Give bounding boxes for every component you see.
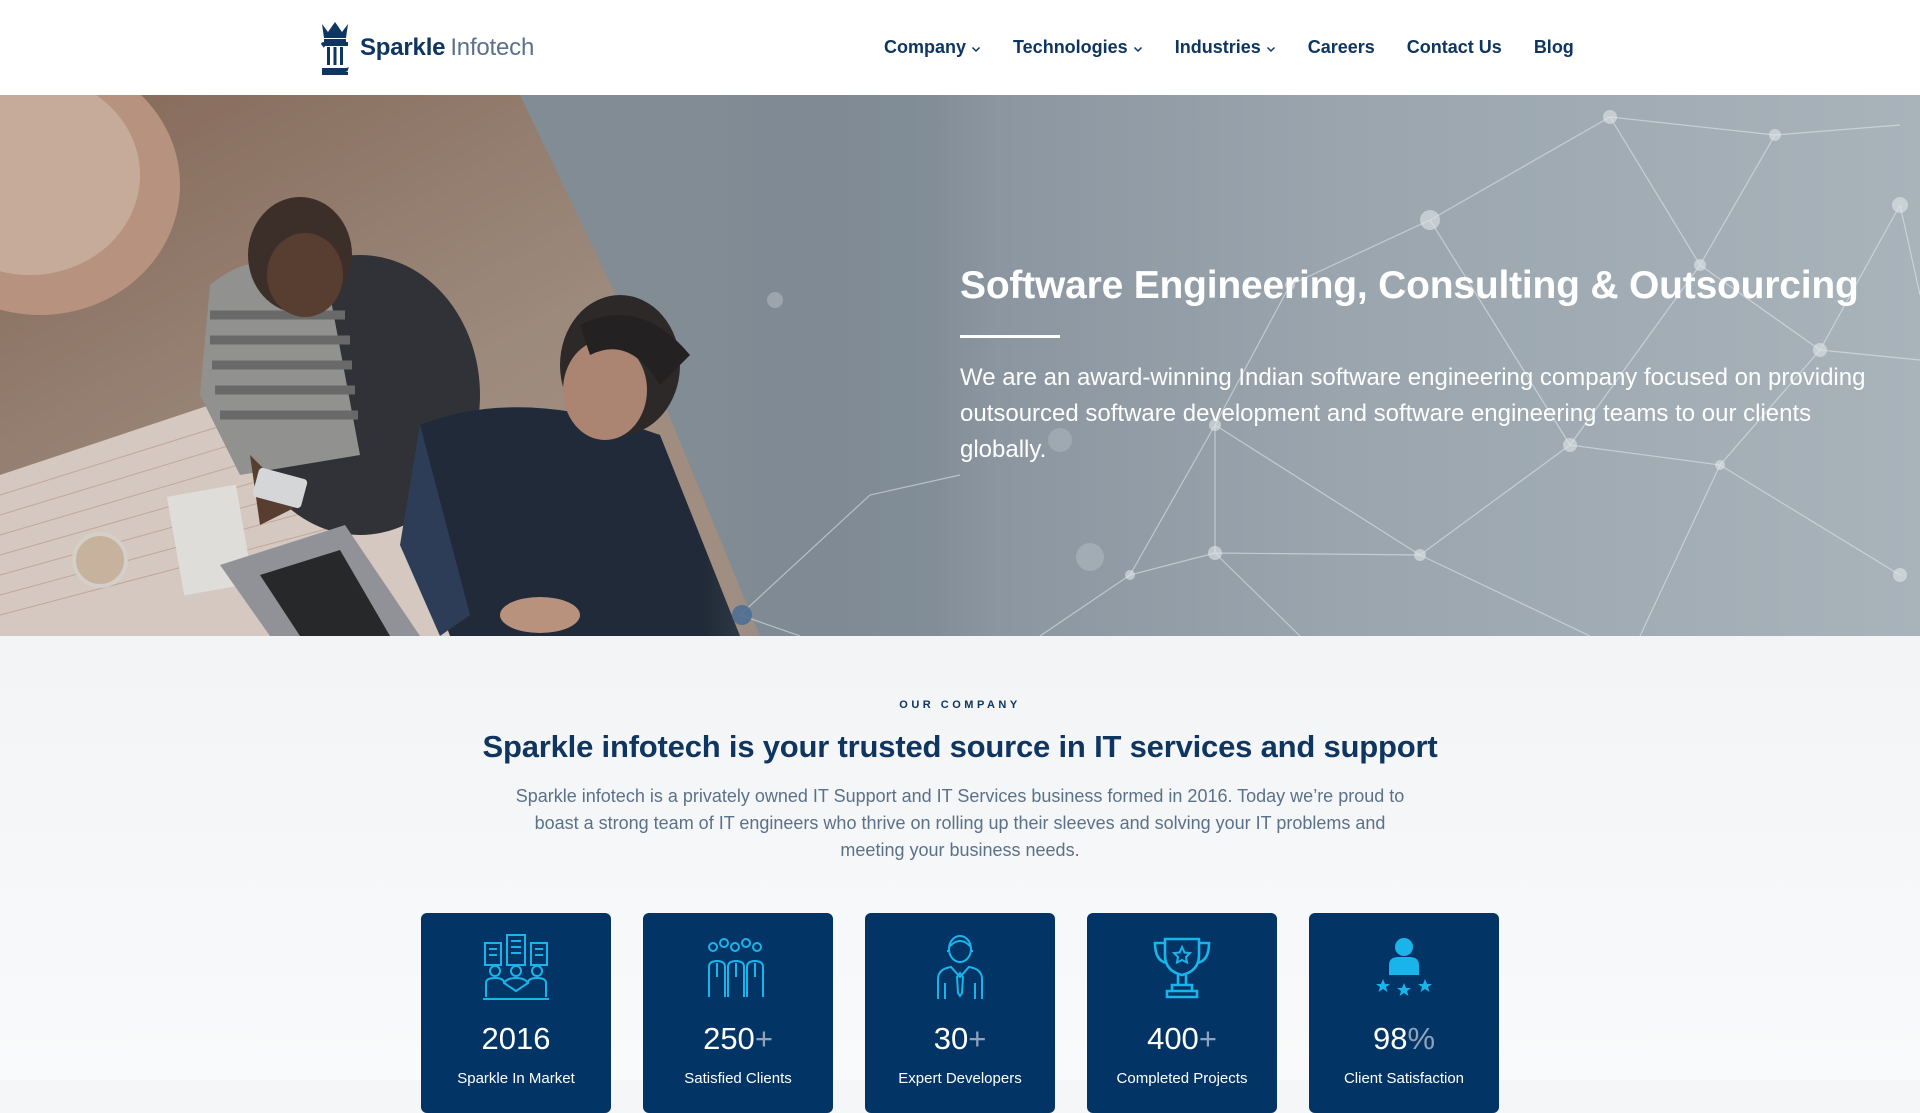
chevron-down-icon bbox=[1133, 46, 1142, 52]
hero-description: We are an award-winning Indian software … bbox=[960, 364, 1866, 463]
stat-value: 250+ bbox=[643, 1021, 833, 1057]
section-description: Sparkle infotech is a privately owned IT… bbox=[515, 786, 1405, 860]
stat-number: 30 bbox=[933, 1021, 969, 1056]
developer-icon bbox=[937, 935, 983, 999]
stat-label: Satisfied Clients bbox=[684, 1070, 792, 1087]
stat-label: Completed Projects bbox=[1116, 1070, 1248, 1087]
stat-label: Client Satisfaction bbox=[1343, 1070, 1465, 1087]
trophy-icon bbox=[1153, 937, 1211, 999]
stat-card-clients: 250+ Satisfied Clients bbox=[643, 913, 833, 1113]
nav-company-label: Company bbox=[884, 37, 967, 57]
main-nav: Company Technologies Industries Careers … bbox=[884, 0, 1574, 95]
stat-number: 250 bbox=[703, 1021, 755, 1056]
section-title: Sparkle infotech is your trusted source … bbox=[482, 729, 1438, 764]
nav-contact-us[interactable]: Contact Us bbox=[1407, 37, 1502, 58]
hero-divider bbox=[960, 335, 1060, 338]
stat-card-satisfaction: 98% Client Satisfaction bbox=[1309, 913, 1499, 1113]
nav-industries-label: Industries bbox=[1174, 37, 1261, 57]
nav-blog-label: Blog bbox=[1533, 37, 1574, 57]
stats-cards: 2016 Sparkle In Market 250+ Satisfied Cl… bbox=[421, 913, 1499, 1113]
hero-title: Software Engineering, Consulting & Outso… bbox=[960, 264, 1859, 307]
nav-technologies[interactable]: Technologies bbox=[1013, 37, 1143, 58]
stat-label: Expert Developers bbox=[898, 1070, 1022, 1087]
stat-suffix: + bbox=[968, 1021, 987, 1056]
stat-value: 30+ bbox=[865, 1021, 1055, 1057]
company-section: OUR COMPANY Sparkle infotech is your tru… bbox=[0, 636, 1920, 1113]
stat-suffix: + bbox=[1198, 1021, 1217, 1056]
stat-value: 2016 bbox=[421, 1021, 611, 1057]
logo-word-sparkle: Sparkle bbox=[360, 34, 446, 61]
crown-pillar-logo-icon bbox=[321, 22, 349, 75]
nav-industries[interactable]: Industries bbox=[1175, 37, 1276, 58]
site-header: Sparkle Infotech Company Technologies Ind… bbox=[0, 0, 1920, 95]
stat-card-projects: 400+ Completed Projects bbox=[1087, 913, 1277, 1113]
stat-card-market: 2016 Sparkle In Market bbox=[421, 913, 611, 1113]
nav-blog[interactable]: Blog bbox=[1534, 37, 1574, 58]
stat-number: 98 bbox=[1372, 1021, 1408, 1056]
hero-banner: Software Engineering, Consulting & Outso… bbox=[0, 95, 1920, 636]
nav-careers-label: Careers bbox=[1307, 37, 1375, 57]
logo-text: Sparkle Infotech bbox=[360, 34, 534, 62]
user-rating-icon bbox=[1376, 938, 1432, 996]
section-eyebrow: OUR COMPANY bbox=[899, 699, 1021, 711]
stat-suffix: + bbox=[754, 1021, 773, 1056]
stat-number: 2016 bbox=[481, 1021, 551, 1056]
site-logo[interactable]: Sparkle Infotech bbox=[318, 20, 534, 76]
nav-company[interactable]: Company bbox=[884, 37, 981, 58]
city-team-icon bbox=[483, 934, 549, 1000]
nav-contact-us-label: Contact Us bbox=[1406, 37, 1502, 57]
stat-label: Sparkle In Market bbox=[457, 1070, 575, 1087]
stat-number: 400 bbox=[1147, 1021, 1199, 1056]
stat-value: 400+ bbox=[1087, 1021, 1277, 1057]
stat-card-developers: 30+ Expert Developers bbox=[865, 913, 1055, 1113]
logo-word-infotech: Infotech bbox=[450, 34, 535, 61]
hero-content: Software Engineering, Consulting & Outso… bbox=[960, 263, 1900, 468]
stat-value: 98% bbox=[1309, 1021, 1499, 1057]
nav-careers[interactable]: Careers bbox=[1308, 37, 1375, 58]
chevron-down-icon bbox=[1266, 46, 1275, 52]
chevron-down-icon bbox=[971, 46, 981, 52]
group-people-icon bbox=[708, 938, 764, 997]
stat-suffix: % bbox=[1407, 1021, 1436, 1056]
nav-technologies-label: Technologies bbox=[1013, 37, 1128, 57]
